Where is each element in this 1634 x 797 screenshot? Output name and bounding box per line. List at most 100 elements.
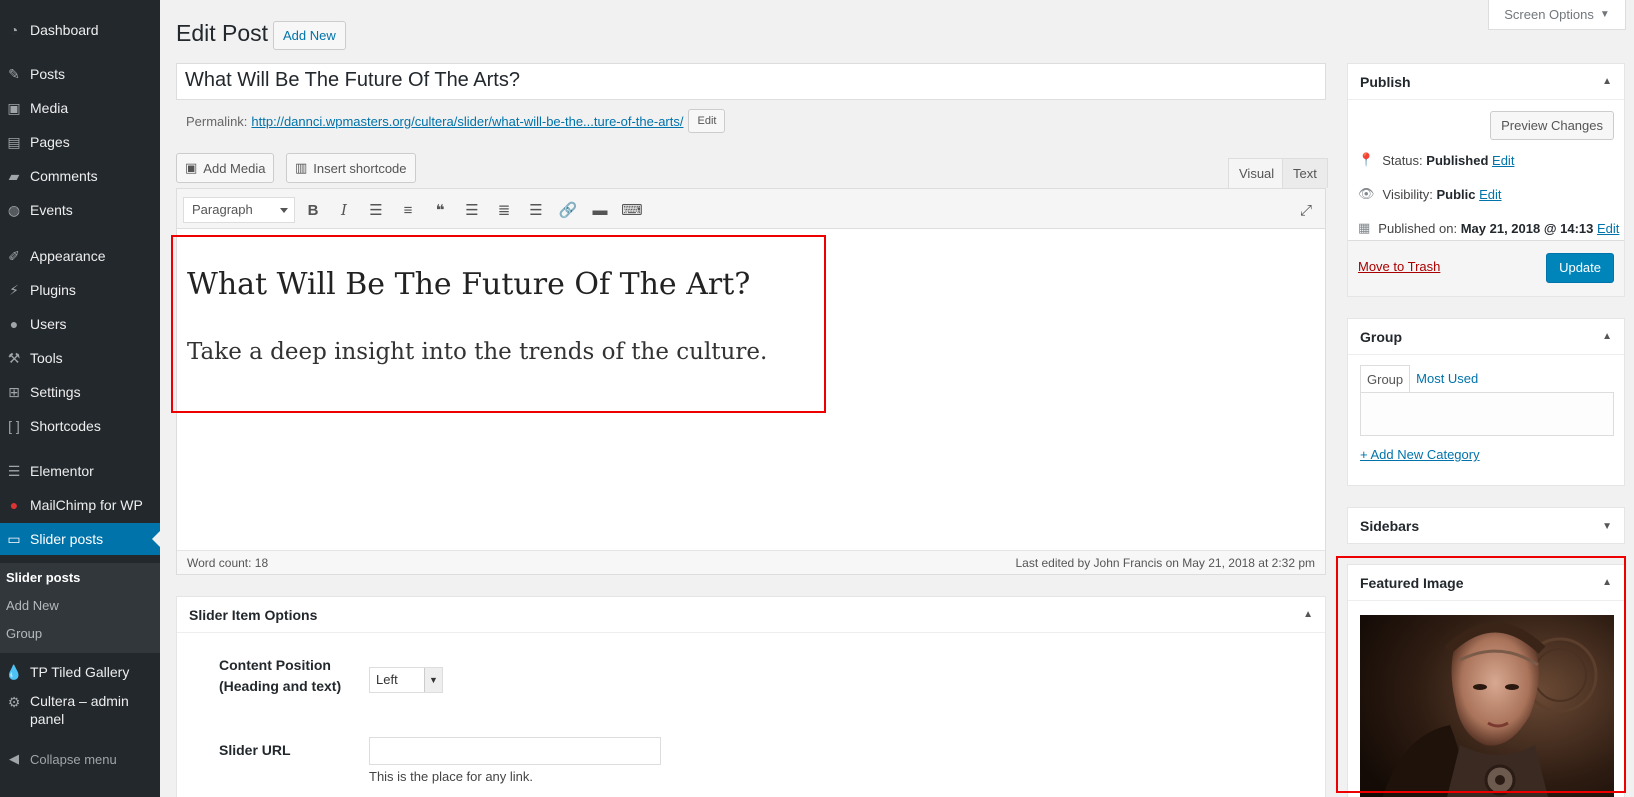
- menu-appearance[interactable]: ✐ Appearance: [0, 240, 160, 272]
- slider-item-options-box: Slider Item Options ▲ Content Position (…: [176, 596, 1326, 797]
- link-icon[interactable]: 🔗: [557, 199, 579, 221]
- permalink-edit-button[interactable]: Edit: [688, 109, 726, 133]
- add-new-category-link[interactable]: + Add New Category: [1360, 447, 1480, 462]
- dashboard-icon: ◔: [9, 22, 19, 38]
- mailchimp-icon: ●: [9, 497, 19, 513]
- slider-url-input[interactable]: [369, 737, 661, 765]
- status-edit-link[interactable]: Edit: [1492, 153, 1514, 168]
- publish-box: Publish ▲ Preview Changes 📍 Status: Publ…: [1347, 63, 1625, 297]
- menu-users[interactable]: ● Users: [0, 308, 160, 340]
- add-media-button[interactable]: ▣ Add Media: [176, 153, 275, 183]
- publish-header[interactable]: Publish ▲: [1348, 64, 1624, 100]
- permalink-label: Permalink:: [186, 113, 248, 129]
- menu-slider-posts[interactable]: ▭ Slider posts: [0, 523, 160, 555]
- eye-icon: 👁: [1358, 186, 1375, 201]
- align-right-icon[interactable]: ☰: [525, 199, 547, 221]
- align-center-icon[interactable]: ≣: [493, 199, 515, 221]
- pin-icon: ✎: [8, 65, 20, 82]
- menu-comments[interactable]: ▰ Comments: [0, 160, 160, 192]
- status-value: Published: [1426, 152, 1489, 168]
- slider-options-header[interactable]: Slider Item Options ▲: [177, 597, 1325, 633]
- monitor-icon: ▭: [7, 530, 21, 547]
- editor-toolbar: Paragraph B I ☰ ≡ ❝ ☰ ≣ ☰ 🔗 ▬ ⌨ ⤢: [177, 189, 1325, 229]
- submenu-add-new[interactable]: Add New: [6, 598, 59, 613]
- tab-most-used[interactable]: Most Used: [1410, 365, 1484, 393]
- menu-tp-tiled-gallery[interactable]: 💧 TP Tiled Gallery: [0, 656, 160, 688]
- menu-shortcodes[interactable]: [ ] Shortcodes: [0, 410, 160, 442]
- visibility-label: Visibility:: [1382, 186, 1433, 202]
- add-new-button[interactable]: Add New: [273, 21, 346, 50]
- move-to-trash-link[interactable]: Move to Trash: [1358, 259, 1440, 274]
- tab-group-all[interactable]: Group: [1360, 365, 1411, 393]
- menu-mailchimp[interactable]: ● MailChimp for WP: [0, 489, 160, 521]
- published-on-row: ▦ Published on: May 21, 2018 @ 14:13 Edi…: [1358, 220, 1619, 236]
- group-tabs: Group Most Used: [1360, 365, 1484, 393]
- admin-sidebar: ◔ Dashboard ✎ Posts ▣ Media ▤ Pages ▰ Comment…: [0, 0, 160, 797]
- visibility-edit-link[interactable]: Edit: [1479, 187, 1501, 202]
- screen-options-button[interactable]: Screen Options ▼: [1488, 0, 1626, 30]
- collapse-icon: ◀: [9, 751, 19, 766]
- menu-tools[interactable]: ⚒ Tools: [0, 342, 160, 374]
- fullscreen-icon[interactable]: ⤢: [1295, 199, 1317, 221]
- sidebars-header[interactable]: Sidebars ▼: [1348, 508, 1624, 544]
- visibility-row: 👁 Visibility: Public Edit: [1358, 186, 1502, 202]
- pages-icon: ▤: [7, 133, 21, 150]
- submenu-group[interactable]: Group: [6, 626, 42, 641]
- read-more-icon[interactable]: ▬: [589, 199, 611, 221]
- comment-icon: ▰: [8, 167, 20, 184]
- publish-actions: Move to Trash Update: [1348, 240, 1624, 296]
- shortcode-icon: ▥: [295, 160, 308, 175]
- menu-plugins[interactable]: ⚡ Plugins: [0, 274, 160, 306]
- sidebars-title: Sidebars: [1360, 518, 1420, 534]
- published-value: May 21, 2018 @ 14:13: [1460, 220, 1594, 236]
- menu-settings[interactable]: ⊞ Settings: [0, 376, 160, 408]
- menu-media[interactable]: ▣ Media: [0, 92, 160, 124]
- page-title: Edit Post: [176, 20, 269, 46]
- chevron-down-icon: ▼: [424, 668, 442, 692]
- group-header[interactable]: Group ▲: [1348, 319, 1624, 355]
- tab-text[interactable]: Text: [1282, 158, 1328, 188]
- pin-icon: 📍: [1358, 152, 1375, 167]
- content-position-select[interactable]: Left ▼: [369, 667, 443, 693]
- menu-elementor[interactable]: ☰ Elementor: [0, 455, 160, 487]
- numbered-list-icon[interactable]: ≡: [397, 199, 419, 221]
- expand-arrow-icon[interactable]: ▼: [1602, 521, 1612, 532]
- submenu-slider-posts[interactable]: Slider posts: [6, 570, 80, 585]
- collapse-menu[interactable]: ◀ Collapse menu: [0, 743, 160, 775]
- status-row: 📍 Status: Published Edit: [1358, 152, 1514, 168]
- permalink-link[interactable]: http://dannci.wpmasters.org/cultera/slid…: [251, 114, 683, 129]
- drop-icon: 💧: [5, 663, 23, 680]
- content-position-label-line2: (Heading and text): [219, 678, 342, 694]
- screen-options-label: Screen Options: [1504, 7, 1594, 22]
- align-left-icon[interactable]: ☰: [461, 199, 483, 221]
- update-button[interactable]: Update: [1546, 253, 1614, 283]
- last-edited: Last edited by John Francis on May 21, 2…: [1015, 555, 1315, 570]
- blockquote-icon[interactable]: ❝: [429, 199, 451, 221]
- menu-posts[interactable]: ✎ Posts: [0, 58, 160, 90]
- caret-down-icon: ▼: [1599, 9, 1610, 20]
- collapse-arrow-icon[interactable]: ▲: [1303, 609, 1313, 620]
- italic-icon[interactable]: I: [333, 199, 355, 221]
- toolbar-toggle-icon[interactable]: ⌨: [621, 199, 643, 221]
- menu-cultera-admin[interactable]: ⚙ Cultera – admin panel: [0, 692, 160, 732]
- post-title-input[interactable]: What Will Be The Future Of The Arts?: [176, 63, 1326, 100]
- group-box: Group ▲ Group Most Used + Add New Catego…: [1347, 318, 1625, 486]
- elementor-icon: ☰: [7, 462, 21, 479]
- published-edit-link[interactable]: Edit: [1597, 221, 1619, 236]
- highlight-box-featured-image: [1336, 556, 1626, 793]
- group-title: Group: [1360, 328, 1402, 345]
- collapse-arrow-icon[interactable]: ▲: [1602, 331, 1612, 342]
- tab-visual[interactable]: Visual: [1228, 158, 1286, 188]
- collapse-arrow-icon[interactable]: ▲: [1602, 76, 1612, 87]
- calendar-icon: ▦: [1358, 220, 1371, 235]
- menu-dashboard[interactable]: ◔ Dashboard: [0, 14, 160, 46]
- bullet-list-icon[interactable]: ☰: [365, 199, 387, 221]
- menu-pages[interactable]: ▤ Pages: [0, 126, 160, 158]
- insert-shortcode-button[interactable]: ▥ Insert shortcode: [286, 153, 416, 183]
- bold-icon[interactable]: B: [302, 199, 324, 221]
- menu-events[interactable]: ◍ Events: [0, 194, 160, 226]
- slider-options-title: Slider Item Options: [189, 606, 318, 623]
- preview-changes-button[interactable]: Preview Changes: [1490, 111, 1614, 140]
- slider-url-help: This is the place for any link.: [369, 769, 534, 784]
- format-select[interactable]: Paragraph: [183, 197, 295, 223]
